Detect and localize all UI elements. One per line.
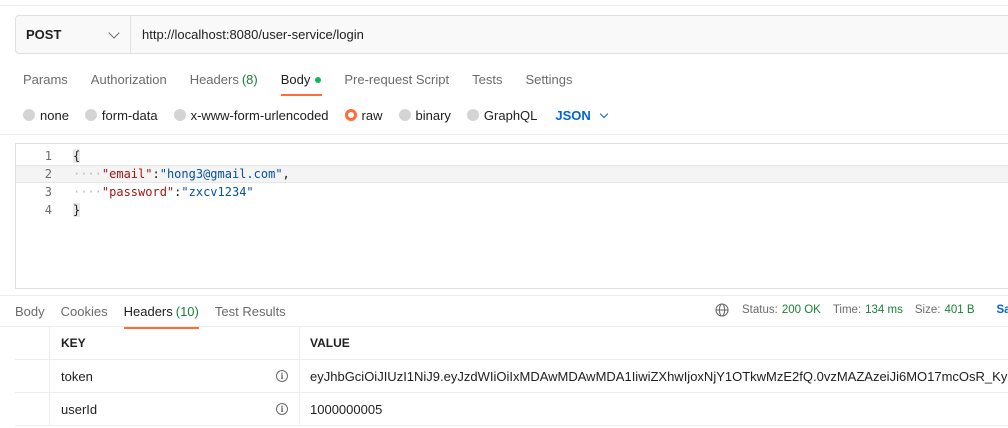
header-value: eyJhbGciOiJIUzI1NiJ9.eyJzdWIiOiIxMDAwMDA… xyxy=(310,368,1008,384)
table-row: userId i 1000000005 xyxy=(15,393,1008,426)
body-editor[interactable]: 1 { 2 ····"email":"hong3@gmail.com", 3 ·… xyxy=(15,143,1008,289)
json-value: "zxcv1234" xyxy=(181,185,254,199)
tab-tests[interactable]: Tests xyxy=(472,71,502,88)
radio-x-www-form-urlencoded[interactable]: x-www-form-urlencoded xyxy=(173,108,329,123)
response-status-bar: Status: 200 OK Time: 134 ms Size: 401 B … xyxy=(715,303,1008,317)
tab-headers[interactable]: Headers (8) xyxy=(190,71,258,88)
chevron-down-icon xyxy=(599,109,609,118)
url-bar: POST http://localhost:8080/user-service/… xyxy=(15,15,1008,54)
response-headers-count: (10) xyxy=(175,304,199,319)
radio-binary[interactable]: binary xyxy=(398,108,451,123)
radio-icon xyxy=(466,109,479,121)
tab-settings[interactable]: Settings xyxy=(525,71,572,88)
divider xyxy=(0,295,1008,296)
tab-response-headers[interactable]: Headers (10) xyxy=(123,303,200,329)
close-brace: } xyxy=(73,203,81,217)
method-label: POST xyxy=(26,27,62,42)
save-response-button[interactable]: Sa xyxy=(997,304,1008,316)
body-type-selector: none form-data x-www-form-urlencoded raw… xyxy=(23,107,609,123)
json-key: "email" xyxy=(101,167,153,181)
tab-params[interactable]: Params xyxy=(23,71,68,88)
tab-cookies[interactable]: Cookies xyxy=(61,303,108,320)
chevron-down-icon xyxy=(108,26,120,39)
modified-dot-icon xyxy=(315,76,322,83)
editor-line: 4 } xyxy=(44,203,81,217)
radio-selected-icon xyxy=(344,109,357,121)
header-key: userId xyxy=(61,401,98,417)
tab-body[interactable]: Body xyxy=(280,71,322,96)
response-size[interactable]: 401 B xyxy=(944,304,974,316)
tab-pre-request-script[interactable]: Pre-request Script xyxy=(344,71,449,88)
response-time[interactable]: 134 ms xyxy=(865,304,903,316)
divider xyxy=(0,134,1008,135)
body-format-select[interactable]: JSON xyxy=(555,108,609,123)
radio-icon xyxy=(84,109,97,121)
editor-line: 2 ····"email":"hong3@gmail.com", xyxy=(16,165,1008,183)
table-row: token i eyJhbGciOiJIUzI1NiJ9.eyJzdWIiOiI… xyxy=(15,360,1008,393)
tab-response-body[interactable]: Body xyxy=(15,303,45,320)
json-value: "hong3@gmail.com" xyxy=(159,167,283,181)
editor-line: 1 { xyxy=(44,149,81,163)
radio-raw[interactable]: raw xyxy=(344,108,383,123)
url-text: http://localhost:8080/user-service/login xyxy=(142,27,364,42)
info-icon[interactable]: i xyxy=(276,403,288,415)
radio-icon xyxy=(173,109,186,121)
header-key: token xyxy=(61,368,93,384)
json-key: "password" xyxy=(101,185,175,199)
response-tabs: Body Cookies Headers (10) Test Results xyxy=(15,303,302,329)
radio-icon xyxy=(398,109,411,121)
column-value: VALUE xyxy=(310,336,350,350)
radio-none[interactable]: none xyxy=(23,108,69,123)
radio-graphql[interactable]: GraphQL xyxy=(466,108,537,123)
header-value: 1000000005 xyxy=(310,401,383,417)
headers-count: (8) xyxy=(241,72,258,87)
radio-icon xyxy=(23,109,35,121)
tab-test-results[interactable]: Test Results xyxy=(215,303,286,320)
column-key: KEY xyxy=(50,327,300,359)
tab-authorization[interactable]: Authorization xyxy=(91,71,167,88)
request-tabs: Params Authorization Headers (8) Body Pre… xyxy=(23,71,595,96)
info-icon[interactable]: i xyxy=(276,370,288,382)
method-select[interactable]: POST xyxy=(16,16,131,53)
table-header-row: KEY VALUE xyxy=(15,327,1008,360)
radio-form-data[interactable]: form-data xyxy=(84,108,158,123)
editor-line: 3 ····"password":"zxcv1234" xyxy=(44,185,254,199)
status-code[interactable]: 200 OK xyxy=(782,304,821,316)
globe-icon[interactable] xyxy=(715,303,729,317)
url-input[interactable]: http://localhost:8080/user-service/login xyxy=(131,16,1008,53)
top-divider xyxy=(0,0,1008,6)
open-brace: { xyxy=(73,149,81,163)
